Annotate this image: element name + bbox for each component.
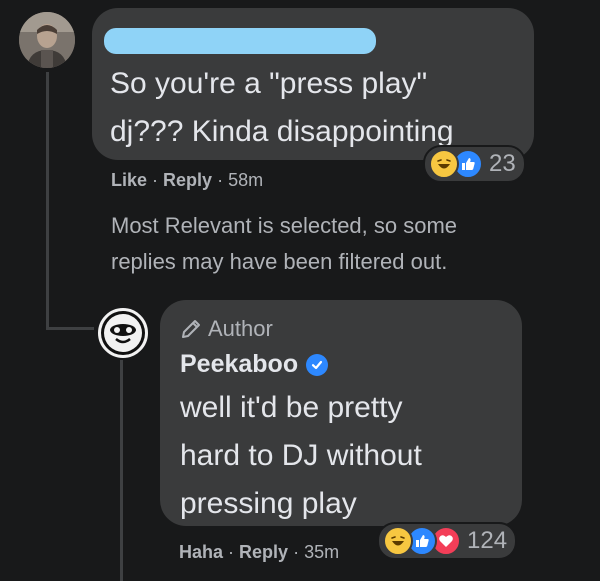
reply-button[interactable]: Reply xyxy=(163,170,212,190)
haha-button[interactable]: Haha xyxy=(179,542,223,562)
author-avatar[interactable] xyxy=(96,306,150,360)
filter-notice-line-2: replies may have been filtered out. xyxy=(111,249,448,274)
pencil-icon xyxy=(182,320,200,338)
comment-text-line-2: dj??? Kinda disappointing xyxy=(110,115,454,148)
filter-notice-line-1: Most Relevant is selected, so some xyxy=(111,213,458,238)
thread-line-vertical xyxy=(46,72,49,330)
reply-bubble: Author Peekaboo well it'd be pretty hard… xyxy=(160,300,522,526)
reply-button[interactable]: Reply xyxy=(239,542,288,562)
reply-reaction-count: 124 xyxy=(467,527,508,554)
like-button[interactable]: Like xyxy=(111,170,147,190)
reply-text-line-2: hard to DJ without xyxy=(180,439,422,472)
haha-react-icon xyxy=(429,149,459,179)
separator: · xyxy=(217,170,229,190)
reply-timestamp[interactable]: 35m xyxy=(304,542,339,562)
commenter-avatar[interactable] xyxy=(19,12,75,68)
filter-notice: Most Relevant is selected, so some repli… xyxy=(111,208,457,280)
author-badge: Author xyxy=(180,316,273,342)
author-avatar-logo xyxy=(101,311,145,355)
separator: · xyxy=(152,170,164,190)
comment-timestamp[interactable]: 58m xyxy=(228,170,263,190)
thread-line-branch xyxy=(46,327,94,330)
comment-text-line-1: So you're a "press play" xyxy=(110,67,428,100)
comment-actions: Like · Reply · 58m xyxy=(111,170,263,191)
separator: · xyxy=(228,542,240,562)
reply-text-line-3: pressing play xyxy=(180,487,357,520)
author-badge-label: Author xyxy=(208,316,273,341)
reply-author: Peekaboo xyxy=(180,350,329,379)
reply-text-line-1: well it'd be pretty xyxy=(180,391,403,424)
separator: · xyxy=(293,542,305,562)
commenter-avatar-image xyxy=(19,12,75,68)
comment-reaction-count: 23 xyxy=(489,150,516,177)
commenter-name-redacted xyxy=(104,28,376,54)
author-name-link[interactable]: Peekaboo xyxy=(180,350,298,379)
comment-bubble: So you're a "press play" dj??? Kinda dis… xyxy=(92,8,534,160)
reply-reactions[interactable]: 124 xyxy=(377,522,518,560)
verified-badge-icon xyxy=(306,353,329,376)
reply-thread-line xyxy=(120,360,123,581)
haha-react-icon xyxy=(383,526,413,556)
comment-text: So you're a "press play" dj??? Kinda dis… xyxy=(110,60,454,156)
reply-actions: Haha · Reply · 35m xyxy=(179,542,339,563)
comment-reactions[interactable]: 23 xyxy=(423,145,526,183)
reply-text: well it'd be pretty hard to DJ without p… xyxy=(180,384,422,528)
